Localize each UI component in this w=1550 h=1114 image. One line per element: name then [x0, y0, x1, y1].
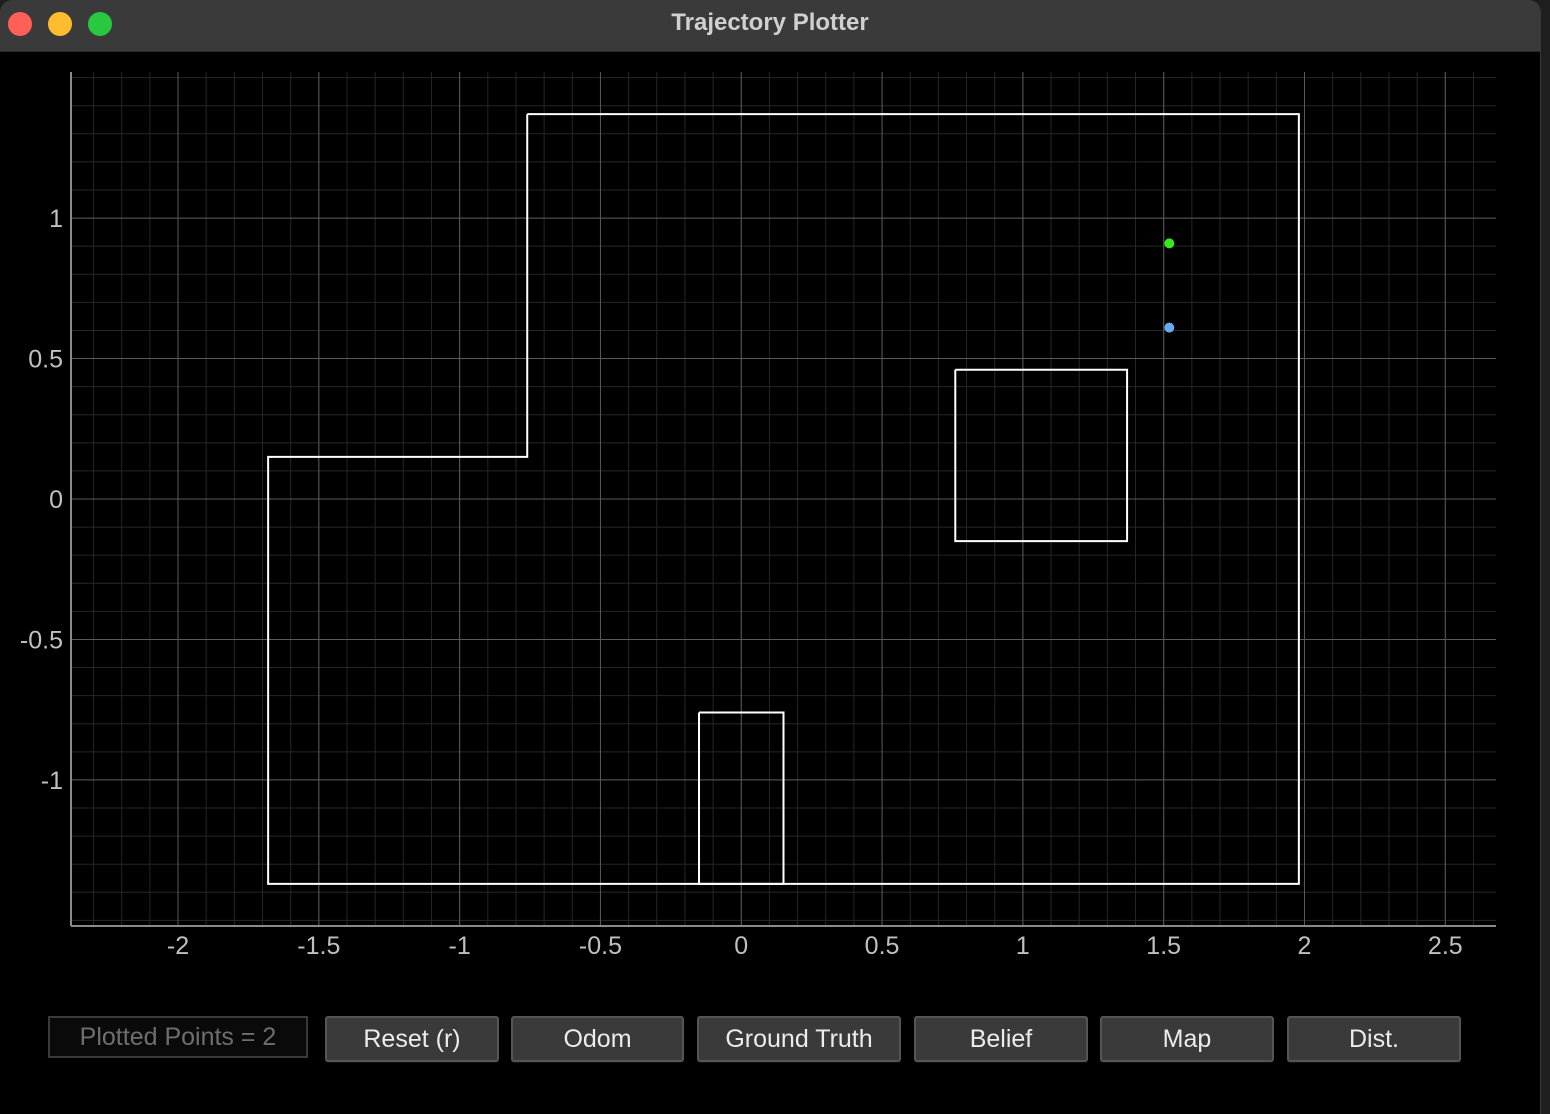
x-tick-label: -2 — [167, 932, 189, 960]
x-tick-label: 2 — [1298, 932, 1312, 960]
plotted-points-field: Plotted Points = 2 — [48, 1016, 308, 1058]
plotted-point — [1164, 238, 1175, 249]
x-tick-label: 2.5 — [1428, 932, 1463, 960]
x-tick-label: 1 — [1016, 932, 1030, 960]
ground-truth-button[interactable]: Ground Truth — [697, 1016, 901, 1062]
y-tick-label: -1 — [41, 767, 63, 795]
app-window: Trajectory Plotter -2 -1.5 -1 -0.5 0 0.5 1 1.5 2… — [0, 0, 1541, 1114]
x-tick-label: -0.5 — [579, 932, 622, 960]
x-tick-label: 0 — [734, 932, 748, 960]
y-tick-label: 0 — [49, 486, 63, 514]
map-button[interactable]: Map — [1100, 1016, 1274, 1062]
y-tick-label: 0.5 — [28, 346, 63, 374]
plotted-point — [1164, 322, 1175, 333]
y-tick-label: -0.5 — [20, 626, 63, 654]
x-tick-label: 0.5 — [865, 932, 900, 960]
dist-button[interactable]: Dist. — [1287, 1016, 1461, 1062]
plot-area[interactable]: -2 -1.5 -1 -0.5 0 0.5 1 1.5 2 2.5 -1 -0.5 0 0.5 1 — [0, 52, 1540, 992]
y-tick-label: 1 — [49, 205, 63, 233]
window-title: Trajectory Plotter — [671, 9, 869, 36]
x-tick-label: -1.5 — [297, 932, 340, 960]
trajectory-plot[interactable]: -2 -1.5 -1 -0.5 0 0.5 1 1.5 2 2.5 -1 -0.5 0 0.5 1 — [0, 52, 1540, 992]
reset-button[interactable]: Reset (r) — [325, 1016, 499, 1062]
odom-button[interactable]: Odom — [511, 1016, 684, 1062]
title-bar[interactable]: Trajectory Plotter — [0, 0, 1540, 52]
x-tick-label: 1.5 — [1146, 932, 1181, 960]
x-tick-label: -1 — [449, 932, 471, 960]
belief-button[interactable]: Belief — [914, 1016, 1088, 1062]
